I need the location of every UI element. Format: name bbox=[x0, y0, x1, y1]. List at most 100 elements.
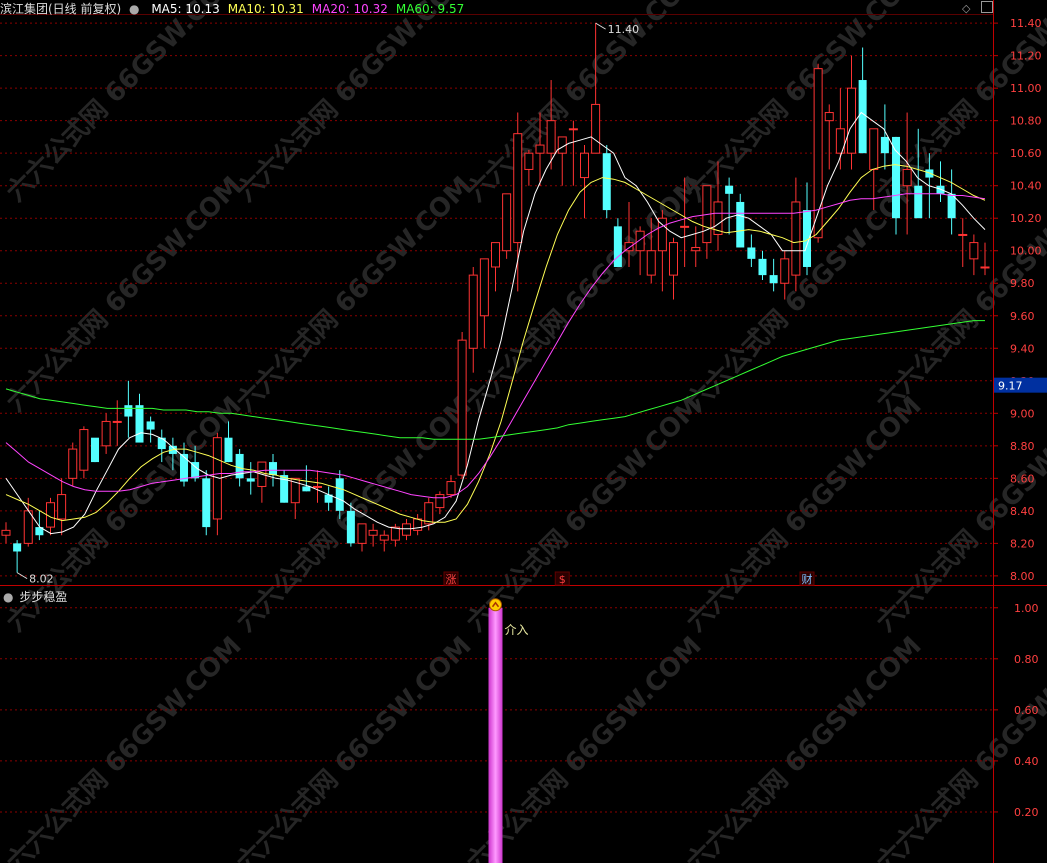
price-tick-label: 9.00 bbox=[1010, 407, 1035, 420]
event-marker-label: $ bbox=[559, 573, 566, 586]
candle-body bbox=[457, 339, 467, 476]
candle-body bbox=[914, 185, 923, 219]
candle-body bbox=[268, 462, 278, 476]
price-tick-label: 10.60 bbox=[1010, 147, 1042, 160]
candle-body bbox=[858, 80, 867, 154]
price-tick-label: 9.80 bbox=[1010, 277, 1035, 290]
current-price-label: 9.17 bbox=[998, 380, 1023, 393]
indicator-header: ● 步步稳盈 bbox=[3, 590, 67, 604]
candle-body bbox=[479, 258, 489, 317]
candle-body bbox=[357, 523, 367, 544]
candle-body bbox=[346, 510, 355, 544]
indicator-collapse-icon[interactable]: ● bbox=[3, 590, 13, 604]
event-marker-label: 涨 bbox=[446, 573, 457, 586]
candle-body bbox=[490, 242, 501, 268]
candle-body bbox=[446, 481, 456, 496]
stock-chart-canvas: 六六公式网 66GSW.COM六六公式网 66GSW.COM六六公式网 66GS… bbox=[0, 0, 1047, 863]
candle-body bbox=[312, 485, 323, 488]
price-tick-label: 11.00 bbox=[1010, 82, 1042, 95]
candle-body bbox=[891, 136, 901, 219]
indicator-tick-label: 1.00 bbox=[1014, 602, 1039, 615]
candle-body bbox=[302, 486, 311, 492]
candle-body bbox=[869, 128, 879, 170]
candle-body bbox=[1, 529, 11, 536]
price-tick-label: 8.20 bbox=[1010, 537, 1035, 550]
ma-legend-item: MA60: 9.57 bbox=[395, 2, 465, 16]
candle-body bbox=[846, 87, 857, 154]
candle-body bbox=[513, 133, 523, 244]
candle-body bbox=[401, 523, 412, 536]
indicator-tick-label: 0.80 bbox=[1014, 653, 1039, 666]
price-tick-label: 11.20 bbox=[1010, 50, 1042, 63]
candle-body bbox=[468, 274, 478, 349]
candle-body bbox=[57, 494, 67, 520]
indicator-tick-label: 0.20 bbox=[1014, 806, 1039, 819]
stock-title[interactable]: 滨江集团(日线 前复权) bbox=[0, 2, 121, 16]
indicator-tick-label: 0.60 bbox=[1014, 704, 1039, 717]
candle-body bbox=[958, 233, 968, 236]
price-tick-label: 8.00 bbox=[1010, 570, 1035, 583]
candle-body bbox=[202, 478, 211, 528]
candle-body bbox=[79, 429, 89, 471]
candle-body bbox=[335, 478, 344, 511]
price-tick-label: 10.00 bbox=[1010, 245, 1042, 258]
candle-body bbox=[780, 258, 790, 284]
candle-body bbox=[579, 152, 590, 179]
candle-body bbox=[980, 266, 990, 269]
candle-body bbox=[646, 250, 656, 276]
candle-body bbox=[591, 103, 601, 154]
candle-body bbox=[546, 120, 556, 154]
candle-body bbox=[602, 153, 611, 211]
candle-body bbox=[524, 152, 534, 170]
candle-body bbox=[691, 246, 701, 252]
candle-body bbox=[435, 494, 445, 509]
price-tick-label: 8.60 bbox=[1010, 472, 1035, 485]
ma-legend-item: MA20: 10.32 bbox=[311, 2, 388, 16]
high-price-label: 11.40 bbox=[608, 23, 640, 36]
ma-legend: MA5: 10.13 MA10: 10.31 MA20: 10.32 MA60: 9.… bbox=[143, 2, 464, 16]
settings-dropdown-icon[interactable]: ● bbox=[129, 2, 139, 16]
candle-body bbox=[824, 112, 834, 122]
ma-legend-item: MA10: 10.31 bbox=[227, 2, 304, 16]
candle-body bbox=[101, 420, 111, 447]
indicator-title[interactable]: 步步稳盈 bbox=[19, 590, 67, 604]
candle-body bbox=[880, 136, 889, 154]
candle-body bbox=[657, 217, 667, 252]
price-tick-label: 8.40 bbox=[1010, 505, 1035, 518]
signal-bar bbox=[488, 607, 503, 863]
candle-body bbox=[112, 420, 122, 423]
candle-body bbox=[368, 529, 378, 536]
price-tick-label: 8.80 bbox=[1010, 440, 1035, 453]
candle-body bbox=[736, 201, 745, 248]
candle-body bbox=[758, 258, 767, 276]
candle-body bbox=[246, 478, 255, 482]
price-tick-label: 10.80 bbox=[1010, 115, 1042, 128]
price-tick-label: 11.40 bbox=[1010, 17, 1042, 30]
candle-body bbox=[90, 437, 100, 463]
chart-header: 滨江集团(日线 前复权) ● MA5: 10.13 MA10: 10.31 MA20… bbox=[0, 2, 464, 16]
candle-body bbox=[568, 128, 578, 131]
candle-body bbox=[390, 526, 400, 541]
candle-body bbox=[502, 193, 512, 252]
price-tick-label: 9.60 bbox=[1010, 310, 1035, 323]
signal-label: 介入 bbox=[505, 623, 529, 637]
candle-body bbox=[769, 275, 778, 284]
low-price-label: 8.02 bbox=[29, 573, 54, 586]
ma-legend-item: MA5: 10.13 bbox=[151, 2, 220, 16]
candle-body bbox=[668, 242, 679, 276]
candle-body bbox=[68, 448, 78, 479]
candle-body bbox=[124, 405, 133, 417]
candle-body bbox=[146, 421, 155, 430]
panel-toggle-icon[interactable] bbox=[981, 1, 993, 13]
candle-body bbox=[135, 405, 144, 443]
candle-body bbox=[13, 543, 22, 552]
candle-body bbox=[23, 510, 33, 544]
diamond-icon[interactable]: ◇ bbox=[962, 2, 970, 15]
price-tick-label: 10.40 bbox=[1010, 180, 1042, 193]
indicator-tick-label: 0.40 bbox=[1014, 755, 1039, 768]
candle-body bbox=[613, 226, 622, 267]
candle-body bbox=[936, 185, 945, 194]
candle-body bbox=[902, 168, 912, 187]
candle-body bbox=[157, 437, 166, 450]
candle-body bbox=[535, 144, 545, 154]
